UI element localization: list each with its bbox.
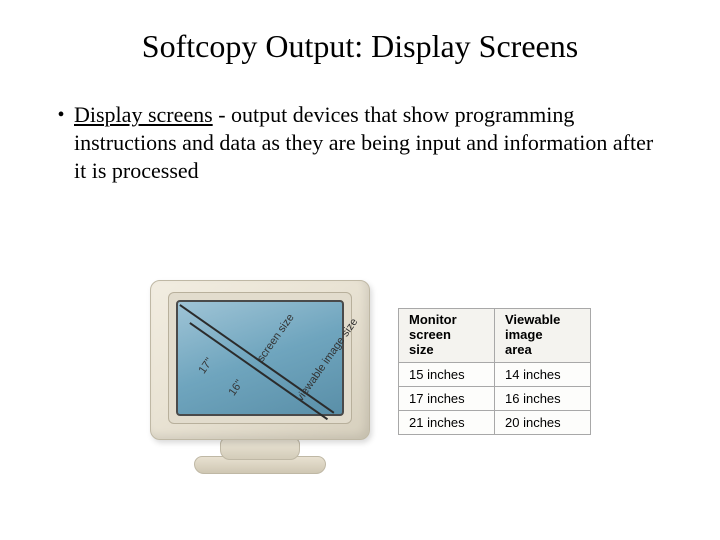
- header-monitor-size: Monitor screen size: [399, 309, 495, 363]
- table-row: 17 inches 16 inches: [399, 386, 591, 410]
- size-comparison-table: Monitor screen size Viewable image area …: [398, 308, 591, 435]
- defined-term: Display screens: [74, 102, 213, 127]
- cell-monitor-size: 15 inches: [399, 362, 495, 386]
- bullet-list: • Display screens - output devices that …: [0, 65, 720, 185]
- bullet-item: • Display screens - output devices that …: [48, 101, 660, 185]
- cell-monitor-size: 21 inches: [399, 410, 495, 434]
- table-row: 15 inches 14 inches: [399, 362, 591, 386]
- cell-viewable-area: 20 inches: [495, 410, 591, 434]
- crt-monitor-illustration: 17" screen size 16" viewable image size: [140, 270, 380, 480]
- figure: 17" screen size 16" viewable image size …: [140, 270, 610, 480]
- bullet-text: Display screens - output devices that sh…: [74, 101, 660, 185]
- table-header-row: Monitor screen size Viewable image area: [399, 309, 591, 363]
- cell-monitor-size: 17 inches: [399, 386, 495, 410]
- bullet-dot-icon: •: [48, 101, 74, 129]
- table-row: 21 inches 20 inches: [399, 410, 591, 434]
- header-viewable-area: Viewable image area: [495, 309, 591, 363]
- cell-viewable-area: 16 inches: [495, 386, 591, 410]
- cell-viewable-area: 14 inches: [495, 362, 591, 386]
- monitor-stand: [220, 438, 300, 460]
- page-title: Softcopy Output: Display Screens: [0, 0, 720, 65]
